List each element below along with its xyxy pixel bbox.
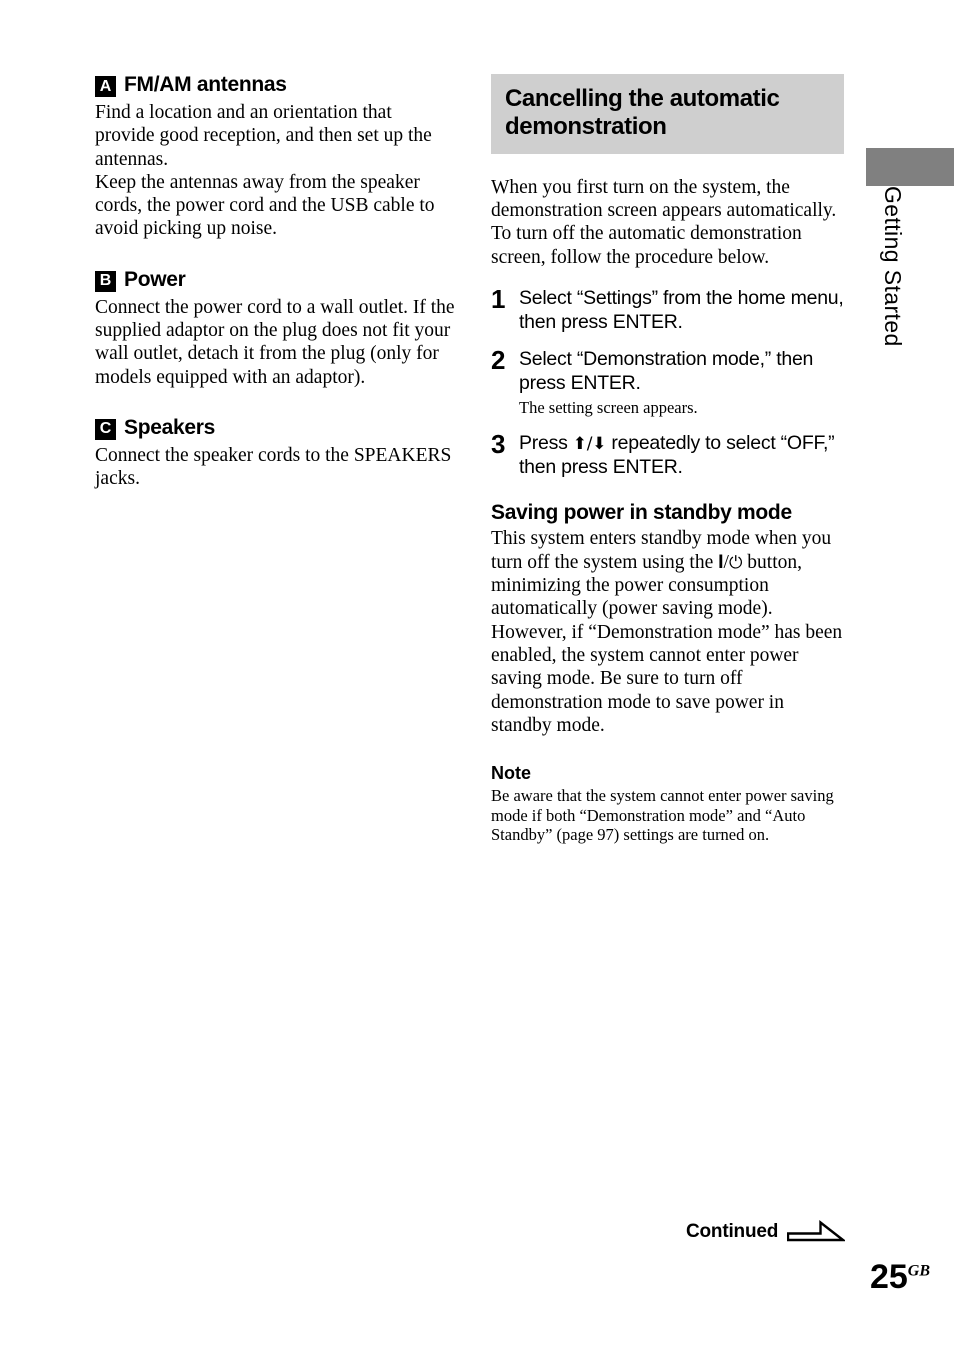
manual-page: A FM/AM antennas Find a location and an … <box>0 0 954 1357</box>
badge-a-icon: A <box>95 76 116 97</box>
side-tab-label: Getting Started <box>880 186 906 347</box>
section-heading-antennas: A FM/AM antennas <box>95 73 455 97</box>
intro-paragraph: When you first turn on the system, the d… <box>491 176 837 268</box>
section-paragraph: Keep the antennas away from the speaker … <box>95 171 435 240</box>
step-number: 1 <box>491 283 506 314</box>
step-text: Press ⬆/⬇ repeatedly to select “OFF,” th… <box>519 432 844 480</box>
step-text-before: Press <box>519 431 573 454</box>
page-number: 25GB <box>870 1260 930 1294</box>
step-text: Select “Demonstration mode,” then press … <box>519 348 814 395</box>
standby-symbol-icon: ⏻ <box>728 552 743 573</box>
section-paragraph: Connect the speaker cords to the SPEAKER… <box>95 444 452 490</box>
subsection-text-after: button, minimizing the power consumption… <box>491 551 843 736</box>
section-paragraph: Find a location and an orientation that … <box>95 102 432 170</box>
section-banner: Cancelling the automatic demonstration <box>491 74 844 154</box>
step-body: Press ⬆/⬇ repeatedly to select “OFF,” th… <box>519 432 844 480</box>
continued-label: Continued <box>686 1221 779 1242</box>
step-number: 2 <box>491 345 506 376</box>
step-text: Select “Settings” from the home menu, th… <box>519 286 844 333</box>
page-number-suffix: GB <box>907 1262 930 1280</box>
subsection-heading: Saving power in standby mode <box>491 501 792 525</box>
banner-title: Cancelling the automatic demonstration <box>505 85 780 140</box>
procedure-steps: 1 Select “Settings” from the home menu, … <box>491 283 844 480</box>
step-body: Select “Demonstration mode,” then press … <box>519 348 844 417</box>
section-heading-speakers: C Speakers <box>95 415 455 440</box>
step-number: 3 <box>491 428 506 459</box>
side-tab-block <box>866 148 954 186</box>
continued-marker: Continued <box>686 1220 846 1244</box>
subsection-paragraph: This system enters standby mode when you… <box>491 527 844 737</box>
step-body: Select “Settings” from the home menu, th… <box>519 287 844 335</box>
left-column: A FM/AM antennas Find a location and an … <box>95 73 455 491</box>
section-heading-label-antennas: FM/AM antennas <box>124 73 287 96</box>
section-heading-power: B Power <box>95 267 455 292</box>
page-number-value: 25 <box>869 1258 908 1296</box>
note-text: Be aware that the system cannot enter po… <box>491 785 834 845</box>
section-heading-label-power: Power <box>124 267 186 291</box>
step-item: 3 Press ⬆/⬇ repeatedly to select “OFF,” … <box>491 428 844 480</box>
badge-c-icon: C <box>95 418 116 440</box>
continued-arrow-icon <box>787 1220 846 1242</box>
note-heading: Note <box>491 763 531 784</box>
step-subtext: The setting screen appears. <box>519 397 698 417</box>
badge-b-icon: B <box>95 270 116 292</box>
step-item: 2 Select “Demonstration mode,” then pres… <box>491 345 844 417</box>
section-heading-label-speakers: Speakers <box>124 415 216 439</box>
up-down-arrow-icon: ⬆/⬇ <box>572 433 607 454</box>
step-item: 1 Select “Settings” from the home menu, … <box>491 283 844 335</box>
section-paragraph: Connect the power cord to a wall outlet.… <box>95 296 455 388</box>
right-column: Cancelling the automatic demonstration W… <box>491 74 844 845</box>
